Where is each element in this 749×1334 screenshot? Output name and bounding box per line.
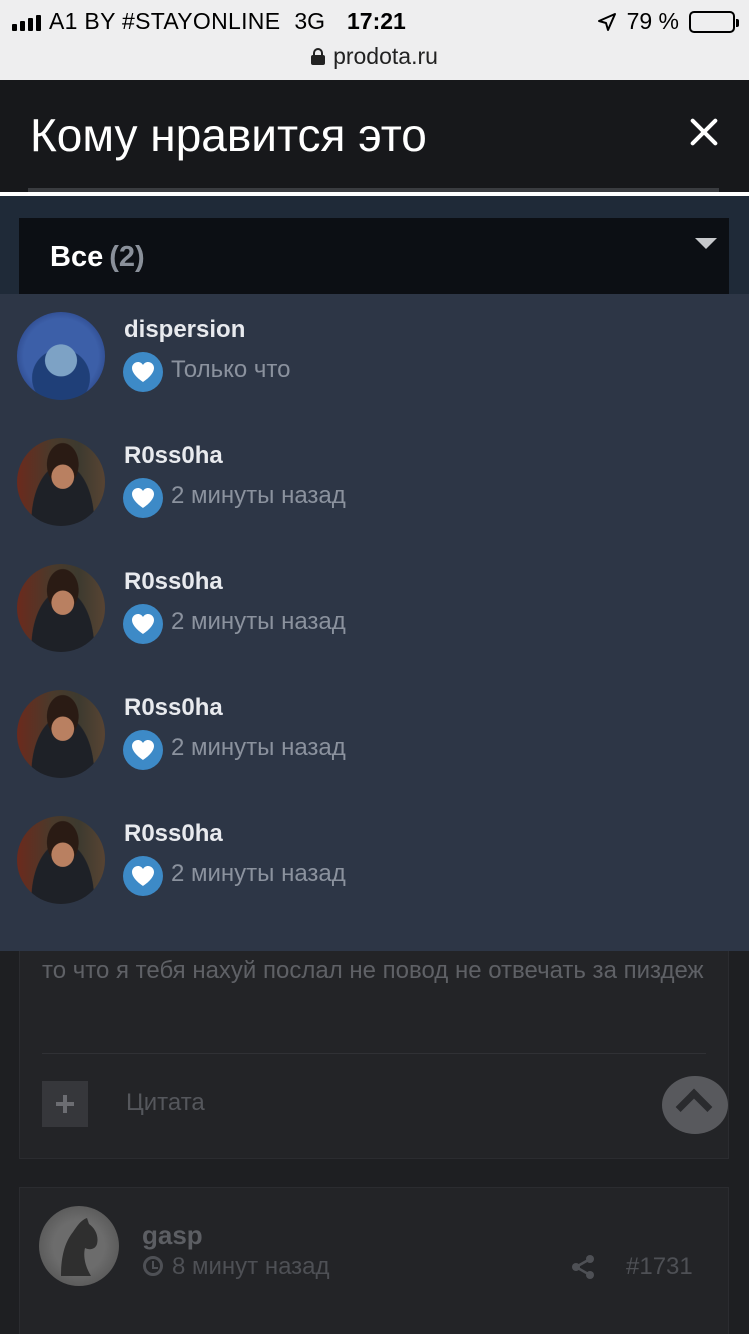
reaction-badge (123, 478, 163, 518)
reaction-badge (123, 730, 163, 770)
url-text: prodota.ru (333, 42, 438, 69)
multiquote-plus-button[interactable] (42, 1081, 88, 1127)
reaction-badge (123, 856, 163, 896)
like-time: Только что (171, 356, 291, 383)
address-bar[interactable]: prodota.ru (0, 40, 749, 72)
chevron-down-icon[interactable] (695, 238, 717, 249)
clock: 17:21 (347, 8, 406, 34)
like-time: 2 минуты назад (171, 608, 346, 635)
clock-icon (143, 1256, 163, 1276)
close-icon[interactable] (684, 112, 724, 152)
like-time: 2 минуты назад (171, 734, 346, 761)
post-number-link[interactable]: #1731 (626, 1253, 693, 1281)
like-time: 2 минуты назад (171, 860, 346, 887)
reaction-badge (123, 352, 163, 392)
avatar[interactable] (17, 312, 105, 400)
battery-icon (689, 10, 739, 33)
post-text: то что я тебя нахуй послал не повод не о… (42, 957, 704, 984)
reaction-badge (123, 604, 163, 644)
avatar[interactable] (17, 816, 105, 904)
list-item[interactable]: dispersion Только что (0, 294, 749, 420)
status-left: A1 BY #STAYONLINE 3G (12, 8, 325, 35)
filter-count: (2) (109, 241, 145, 273)
heart-icon (132, 740, 154, 760)
chevron-up-icon (675, 1088, 713, 1126)
avatar[interactable] (17, 564, 105, 652)
modal-title: Кому нравится это (30, 109, 427, 161)
heart-icon (132, 866, 154, 886)
avatar[interactable] (17, 690, 105, 778)
username-link[interactable]: R0ss0ha (124, 694, 223, 722)
signal-strength-icon (12, 13, 41, 31)
filter-tab-all[interactable]: Все (2) (19, 218, 729, 294)
list-item[interactable]: R0ss0ha 2 минуты назад (0, 420, 749, 546)
list-item[interactable]: R0ss0ha 2 минуты назад (0, 798, 749, 924)
quote-button[interactable]: Цитата (126, 1089, 205, 1117)
share-icon[interactable] (570, 1254, 596, 1280)
heart-icon (132, 614, 154, 634)
status-bar: A1 BY #STAYONLINE 3G 17:21 79 % prodota.… (0, 0, 749, 80)
modal-body: Все (2) dispersion Только что R0ss0ha 2 м… (0, 196, 749, 951)
background-page: то что я тебя нахуй послал не повод не о… (0, 951, 749, 1334)
next-post-card: gasp 8 минут назад #1731 (19, 1187, 729, 1334)
like-time: 2 минуты назад (171, 482, 346, 509)
filter-name: Все (50, 241, 104, 273)
horse-head-icon (61, 1218, 98, 1276)
heart-icon (132, 362, 154, 382)
status-right: 79 % (597, 8, 739, 35)
post-divider (42, 1053, 706, 1054)
likes-list: dispersion Только что R0ss0ha 2 минуты н… (0, 294, 749, 951)
lock-icon (311, 48, 326, 65)
carrier-name: A1 BY #STAYONLINE (49, 8, 281, 34)
post-card: то что я тебя нахуй послал не повод не о… (19, 951, 729, 1159)
avatar[interactable] (17, 438, 105, 526)
filter-label: Все (2) (50, 241, 145, 274)
network-type: 3G (294, 8, 326, 34)
username-link[interactable]: R0ss0ha (124, 568, 223, 596)
battery-percent: 79 % (626, 8, 679, 34)
list-item[interactable]: R0ss0ha 2 минуты назад (0, 546, 749, 672)
scroll-to-top-button[interactable] (662, 1076, 728, 1134)
username-link[interactable]: dispersion (124, 316, 245, 344)
modal-header: Кому нравится это (0, 80, 749, 196)
list-item[interactable]: R0ss0ha 2 минуты назад (0, 672, 749, 798)
post-author[interactable]: gasp (142, 1220, 203, 1251)
heart-icon (132, 488, 154, 508)
status-row: A1 BY #STAYONLINE 3G 17:21 79 % (0, 0, 749, 42)
avatar[interactable] (39, 1206, 119, 1286)
username-link[interactable]: R0ss0ha (124, 442, 223, 470)
post-time: 8 минут назад (172, 1253, 330, 1280)
username-link[interactable]: R0ss0ha (124, 820, 223, 848)
location-arrow-icon (597, 12, 616, 31)
